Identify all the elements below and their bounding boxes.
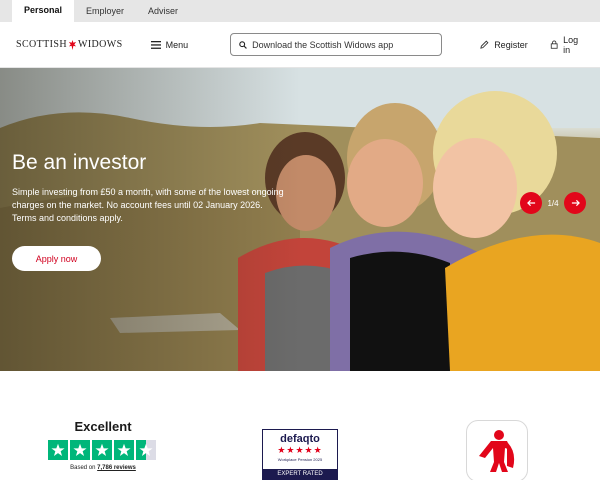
app-store-icon[interactable] [466, 420, 528, 480]
register-label: Register [494, 39, 528, 50]
hero-banner: Be an investor Simple investing from £50… [0, 68, 600, 371]
apply-now-button[interactable]: Apply now [12, 246, 101, 271]
star-half-icon [136, 440, 156, 460]
defaqto-badge: defaqto ★★★★★ Workplace Pension 2025 EXP… [262, 429, 338, 480]
trustpilot-stars [48, 440, 158, 460]
carousel-prev-button[interactable] [520, 192, 542, 214]
pencil-icon [480, 40, 489, 49]
star-icon [92, 440, 112, 460]
trustpilot-label: Excellent [74, 419, 132, 434]
menu-button[interactable]: Menu [150, 39, 189, 50]
site-header: SCOTTISH WIDOWS Menu Register Log in [0, 22, 600, 68]
defaqto-subtitle: Workplace Pension 2025 [277, 457, 323, 462]
login-link[interactable]: Log in [550, 35, 586, 55]
search-box[interactable] [230, 33, 443, 56]
arrow-left-icon [526, 199, 535, 207]
tab-adviser[interactable]: Adviser [136, 0, 190, 22]
defaqto-rated-label: EXPERT RATED [263, 469, 337, 479]
star-icon [114, 440, 134, 460]
login-label: Log in [563, 34, 579, 55]
ratings-section: Excellent Based on 7,786 reviews defaqto… [0, 371, 600, 480]
menu-label: Menu [165, 39, 189, 50]
tab-employer[interactable]: Employer [74, 0, 136, 22]
defaqto-stars: ★★★★★ [277, 445, 323, 455]
logo-text-left: SCOTTISH [16, 39, 67, 50]
hero-description: Simple investing from £50 a month, with … [12, 187, 284, 223]
tab-personal[interactable]: Personal [12, 0, 75, 22]
slide-counter: 1/4 [547, 198, 559, 208]
trustpilot-reviews: Based on 7,786 reviews [48, 465, 158, 471]
audience-tabs: Personal Employer Adviser [0, 0, 600, 22]
carousel-next-button[interactable] [564, 192, 586, 214]
star-icon [70, 440, 90, 460]
register-link[interactable]: Register [480, 40, 528, 50]
star-icon [48, 440, 68, 460]
trustpilot-widget[interactable]: Excellent Based on 7,786 reviews [48, 419, 158, 471]
carousel-controls: 1/4 [520, 192, 586, 214]
search-input[interactable] [252, 39, 434, 50]
logo-text-right: WIDOWS [77, 39, 123, 50]
reviews-prefix: Based on [70, 465, 96, 471]
hamburger-icon [150, 40, 161, 49]
lock-icon [550, 40, 558, 49]
arrow-right-icon [571, 199, 580, 207]
reviews-count-link[interactable]: 7,786 reviews [97, 465, 136, 471]
site-logo[interactable]: SCOTTISH WIDOWS [16, 39, 123, 50]
hero-title: Be an investor [12, 151, 147, 174]
widow-icon [479, 430, 515, 472]
search-icon [239, 40, 247, 49]
defaqto-brand: defaqto [280, 433, 320, 445]
thistle-icon [68, 39, 77, 50]
